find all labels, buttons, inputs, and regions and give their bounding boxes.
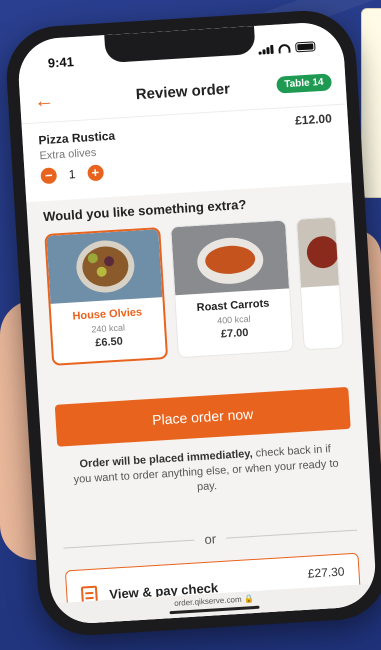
upsell-carousel: House Olvies 240 kcal £6.50 Roast Carrot…: [44, 216, 346, 366]
battery-icon: [295, 41, 316, 53]
divider-line: [225, 529, 357, 539]
place-order-button[interactable]: Place order now: [54, 386, 351, 447]
url-text: order.qikserve.com: [173, 594, 242, 608]
upsell-item-price: £6.50: [94, 335, 124, 350]
table-badge: Table 14: [275, 73, 333, 94]
background-card: [361, 8, 381, 198]
upsell-card-carrots[interactable]: Roast Carrots 400 kcal £7.00: [170, 219, 294, 359]
or-text: or: [203, 531, 217, 547]
increase-quantity-button[interactable]: +: [86, 164, 104, 182]
carrots-image: [171, 220, 290, 296]
quantity-value: 1: [68, 167, 76, 182]
phone-screen: 9:41 ← Review order Table 14 Pizza Rusti…: [16, 20, 378, 626]
order-notice: Order will be placed immediatley, check …: [72, 442, 340, 503]
decrease-quantity-button[interactable]: −: [40, 167, 58, 185]
order-item-price: £12.00: [294, 111, 333, 128]
upsell-card-olives[interactable]: House Olvies 240 kcal £6.50: [44, 227, 169, 366]
status-time: 9:41: [47, 53, 75, 71]
phone-frame: 9:41 ← Review order Table 14 Pizza Rusti…: [3, 7, 381, 639]
upsell-section: Would you like something extra? House Ol…: [27, 190, 362, 367]
sauce-image: [296, 217, 340, 288]
check-total: £27.30: [307, 564, 345, 581]
wifi-icon: [278, 43, 291, 54]
lock-icon: 🔒: [243, 594, 255, 604]
upsell-card-partial[interactable]: [295, 216, 344, 351]
divider-line: [63, 539, 195, 549]
olives-image: [46, 229, 163, 304]
signal-icon: [258, 44, 274, 55]
or-divider: or: [63, 523, 357, 556]
status-icons: [258, 41, 316, 55]
